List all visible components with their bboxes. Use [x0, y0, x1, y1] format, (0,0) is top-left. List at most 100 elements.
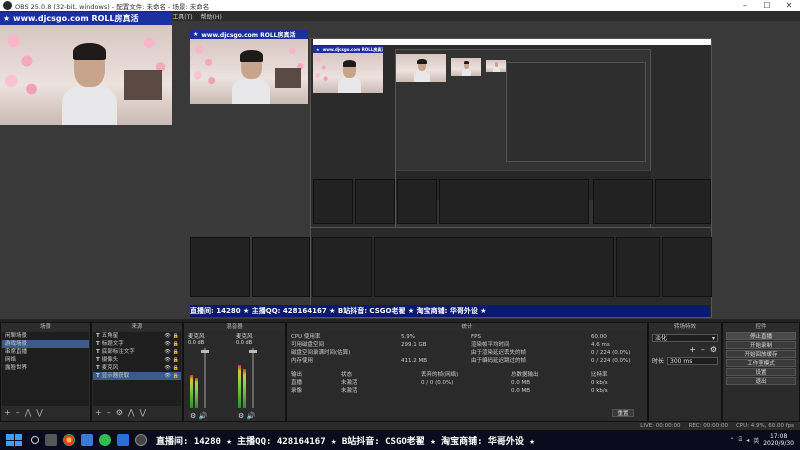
scene-item[interactable]: 游戏场景 — [2, 340, 89, 348]
window-title: OBS 25.0.8 (32-bit, windows) - 配置文件: 未命名… — [15, 2, 210, 11]
remove-source-icon[interactable]: – — [107, 408, 111, 417]
move-down-icon[interactable]: ⋁ — [36, 408, 43, 417]
transition-gear-icon[interactable]: ⚙ — [710, 345, 717, 354]
remove-transition-icon[interactable]: – — [701, 345, 705, 354]
network-icon[interactable]: ⌸ — [739, 436, 743, 444]
windows-start-icon[interactable] — [6, 434, 22, 446]
speaker-icon[interactable]: 🔊 — [247, 412, 256, 420]
source-label: 麦克风 — [101, 365, 119, 371]
volume-icon[interactable]: ◂ — [746, 437, 749, 444]
webcam-preview — [0, 25, 172, 125]
transition-select[interactable]: 淡化 ▾ — [652, 334, 718, 342]
fader-handle[interactable] — [201, 350, 209, 353]
tray-up-icon[interactable]: ⌃ — [730, 437, 735, 444]
source-item[interactable]: T 底部标注文字 👁 🔒 — [93, 348, 181, 356]
source-item[interactable]: T 标题文字 👁 🔒 — [93, 340, 181, 348]
stats-cell: 内存使用 — [291, 358, 314, 364]
outputs-cell — [421, 387, 511, 395]
stats-title: 统计 — [287, 323, 647, 331]
reset-stats-button[interactable]: 重置 — [612, 409, 634, 417]
channel-gear-icon[interactable]: ⚙ — [238, 412, 244, 420]
lock-icon[interactable]: 🔒 — [173, 372, 179, 380]
search-icon[interactable] — [31, 436, 39, 444]
lock-icon[interactable]: 🔒 — [173, 364, 179, 372]
add-source-icon[interactable]: + — [95, 408, 102, 417]
folder-icon[interactable] — [117, 434, 129, 446]
lock-icon[interactable]: 🔒 — [173, 356, 179, 364]
outputs-header-cell: 状态 — [341, 372, 353, 378]
nested-scenes-dock — [190, 237, 250, 297]
gear-icon[interactable]: ⚙ — [116, 408, 123, 417]
cpu-status: CPU: 4.9%, 60.00 fps — [735, 423, 794, 429]
volume-meter — [190, 375, 193, 408]
nested-sources-dock — [252, 237, 310, 297]
control-button-5[interactable]: 退出 — [726, 377, 796, 385]
control-button-4[interactable]: 设置 — [726, 368, 796, 376]
visibility-icon[interactable]: 👁 — [164, 372, 170, 380]
maximize-icon[interactable]: ☐ — [756, 1, 778, 10]
live-status: LIVE: 00:00:00 — [640, 423, 681, 429]
chrome-icon[interactable] — [63, 434, 75, 446]
clock[interactable]: 17:08 2020/9/30 — [763, 433, 794, 447]
banner-overlay: ★ www.djcsgo.com ROLL房真活 — [0, 12, 172, 25]
scenes-dock: 场景 闲聊场景 游戏场景 串席直播 网络 露脸世界 + – ⋀ ⋁ — [0, 322, 91, 422]
minimize-icon[interactable]: – — [734, 1, 756, 10]
volume-meter — [238, 364, 241, 408]
mixer-channel: 麦克风 0.0 dB ⚙ 🔊 — [236, 332, 281, 420]
move-up-icon[interactable]: ⋀ — [25, 408, 32, 417]
fader-handle[interactable] — [249, 350, 257, 353]
source-item[interactable]: T 摄像头 👁 🔒 — [93, 356, 181, 364]
source-item[interactable]: T 麦克风 👁 🔒 — [93, 364, 181, 372]
title-bar: OBS 25.0.8 (32-bit, windows) - 配置文件: 未命名… — [0, 0, 800, 11]
mixer-channel: 麦克风 0.0 dB ⚙ 🔊 — [188, 332, 233, 420]
wechat-icon[interactable] — [99, 434, 111, 446]
visibility-icon[interactable]: 👁 — [164, 356, 170, 364]
channel-gear-icon[interactable]: ⚙ — [190, 412, 196, 420]
close-icon[interactable]: ✕ — [778, 1, 800, 10]
channel-db: 0.0 dB — [236, 340, 253, 346]
lock-icon[interactable]: 🔒 — [173, 340, 179, 348]
source-down-icon[interactable]: ⋁ — [139, 408, 146, 417]
status-bar: LIVE: 00:00:00 REC: 00:00:00 CPU: 4.9%, … — [0, 422, 800, 430]
app-icon[interactable] — [81, 434, 93, 446]
marquee-text: 直播间: 14280 ★ 主播QQ: 428164167 ★ B站抖音: CSG… — [156, 436, 535, 447]
star-icon: ★ — [3, 14, 11, 23]
control-button-2[interactable]: 开始回放缓存 — [726, 350, 796, 358]
source-item[interactable]: T 五角星 👁 🔒 — [93, 332, 181, 340]
remove-scene-icon[interactable]: – — [16, 408, 20, 417]
menu-item-6[interactable]: 帮助(H) — [197, 12, 226, 21]
source-up-icon[interactable]: ⋀ — [128, 408, 135, 417]
nested-stats-dock — [374, 237, 614, 297]
control-button-1[interactable]: 开始录制 — [726, 341, 796, 349]
volume-fader[interactable] — [204, 348, 206, 408]
mixer-title: 混音器 — [184, 323, 285, 331]
scene-item[interactable]: 闲聊场景 — [2, 332, 89, 340]
duration-input[interactable]: 300 ms — [667, 356, 718, 365]
ime-icon[interactable]: 英 — [753, 436, 759, 445]
add-transition-icon[interactable]: + — [689, 345, 696, 354]
outputs-header-cell: 输出 — [291, 372, 303, 378]
menu-item-5[interactable]: 工具(T) — [168, 12, 196, 21]
control-button-0[interactable]: 停止直播 — [726, 332, 796, 340]
transitions-dock: 转场特效 淡化 ▾ + – ⚙ 时长 300 ms — [648, 322, 722, 422]
task-view-icon[interactable] — [45, 434, 57, 446]
scene-item[interactable]: 网络 — [2, 356, 89, 364]
stats-cell: 299.1 GB — [401, 342, 427, 348]
source-type-icon: T — [96, 365, 100, 371]
visibility-icon[interactable]: 👁 — [164, 340, 170, 348]
obs-taskbar-icon[interactable] — [135, 434, 147, 446]
lock-icon[interactable]: 🔒 — [173, 332, 179, 340]
volume-fader[interactable] — [252, 348, 254, 408]
visibility-icon[interactable]: 👁 — [164, 364, 170, 372]
outputs-cell: 未激活 — [341, 388, 358, 394]
lock-icon[interactable]: 🔒 — [173, 348, 179, 356]
source-item[interactable]: T 显示器获取 👁 🔒 — [93, 372, 181, 380]
visibility-icon[interactable]: 👁 — [164, 348, 170, 356]
add-scene-icon[interactable]: + — [4, 408, 11, 417]
control-button-3[interactable]: 工作室模式 — [726, 359, 796, 367]
visibility-icon[interactable]: 👁 — [164, 332, 170, 340]
scene-item[interactable]: 串席直播 — [2, 348, 89, 356]
transitions-title: 转场特效 — [649, 323, 721, 331]
scene-item[interactable]: 露脸世界 — [2, 364, 89, 372]
speaker-icon[interactable]: 🔊 — [199, 412, 208, 420]
